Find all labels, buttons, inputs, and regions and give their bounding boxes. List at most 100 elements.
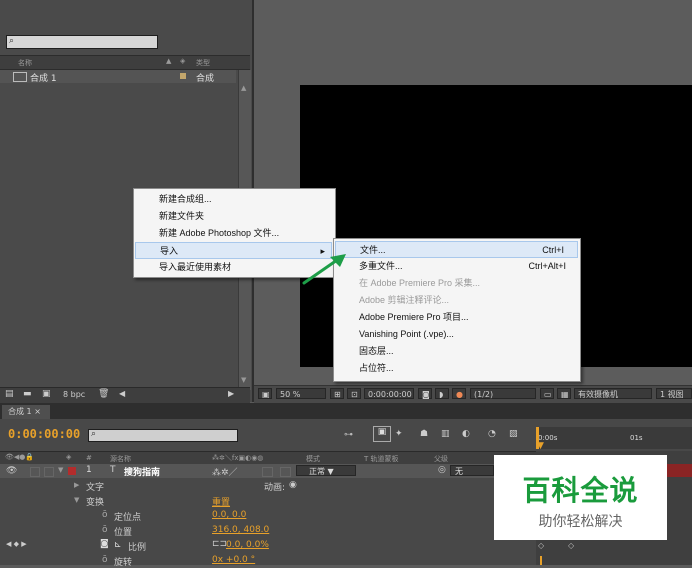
channels-icon[interactable]: ● <box>452 388 466 399</box>
brainstorm-icon[interactable]: ▧ <box>509 429 518 439</box>
stopwatch-icon[interactable]: ō <box>102 525 108 535</box>
scroll-up-icon[interactable]: ▲ <box>241 84 246 92</box>
safe-zones-icon[interactable]: ⊡ <box>347 388 361 399</box>
always-preview-icon[interactable]: ▣ <box>258 388 272 399</box>
scroll-left-icon[interactable]: ◀ <box>119 389 125 398</box>
transform-group-row[interactable]: ▼ 变换 重置 <box>0 494 536 508</box>
timeline-timecode[interactable]: 0:00:00:00 <box>8 427 80 441</box>
column-type-header[interactable]: 类型 <box>196 58 210 68</box>
new-folder-icon[interactable]: ▬ <box>23 389 32 399</box>
grid-icon[interactable]: ⊞ <box>330 388 344 399</box>
text-group-label: 文字 <box>86 483 105 493</box>
menu-item-new-composition[interactable]: 新建合成组... <box>134 191 333 208</box>
menu-item-capture-premiere[interactable]: 在 Adobe Premiere Pro 采集... <box>334 275 580 292</box>
menu-item-new-photoshop-file[interactable]: 新建 Adobe Photoshop 文件... <box>134 225 333 242</box>
project-search-input[interactable]: ⌕ <box>6 35 158 49</box>
property-row-anchor[interactable]: ō 定位点 0.0, 0.0 <box>0 509 536 523</box>
expand-icon[interactable]: ▼ <box>74 496 79 504</box>
menu-item-placeholder[interactable]: 占位符... <box>334 360 580 377</box>
live-update-icon[interactable]: ▣ <box>373 426 391 442</box>
mode-header[interactable]: 模式 <box>306 454 320 464</box>
layer-row[interactable]: 👁 ▼ 1 T 搜狗指南 ⁂✲／ 正常 ▼ ◎ 无 <box>0 464 536 478</box>
lock-switch[interactable] <box>44 467 54 477</box>
label-tag-icon[interactable]: ◈ <box>180 57 185 65</box>
current-time-display[interactable]: 0:00:00:00 <box>364 388 414 399</box>
hide-shy-layers-icon[interactable]: ☗ <box>420 429 428 439</box>
source-name-header[interactable]: 源名称 <box>110 454 131 464</box>
property-value[interactable]: 0.0, 0.0% <box>226 540 269 550</box>
property-row-position[interactable]: ō 位置 316.0, 408.0 <box>0 524 536 538</box>
menu-item-clip-notes[interactable]: Adobe 剪辑注释评论... <box>334 292 580 309</box>
animate-add-icon[interactable]: ◉ <box>289 480 297 490</box>
show-snapshot-icon[interactable]: ◗ <box>435 388 449 399</box>
stopwatch-active-icon[interactable]: ◙ <box>100 539 109 549</box>
expand-icon[interactable]: ▶ <box>74 481 79 489</box>
project-column-header: 名称 ▲ ◈ 类型 <box>0 55 250 70</box>
project-item-type: 合成 <box>196 74 215 84</box>
expand-icon[interactable]: ▼ <box>58 466 63 474</box>
menu-item-label: 新建文件夹 <box>159 211 205 221</box>
time-ruler[interactable]: 0:00s 01s ▼ <box>536 427 692 451</box>
sort-up-icon: ▲ <box>166 57 172 65</box>
project-item-row[interactable]: 合成 1 合成 <box>0 70 236 84</box>
frame-blending-icon[interactable]: ▥ <box>441 429 450 439</box>
comp-mini-flowchart-icon[interactable]: ⊶ <box>344 430 353 440</box>
blend-mode-select[interactable]: 正常 ▼ <box>296 465 356 476</box>
zoom-select[interactable]: 50 % <box>276 388 326 399</box>
menu-item-multiple-files[interactable]: 多重文件... Ctrl+Alt+I <box>334 258 580 275</box>
close-icon[interactable]: × <box>34 407 41 416</box>
video-eye-icon[interactable]: 👁 <box>6 466 17 476</box>
stopwatch-icon[interactable]: ō <box>102 510 108 520</box>
keyframe-navigator-icon[interactable]: ◀ ◆ ▶ <box>6 540 27 548</box>
property-value[interactable]: 316.0, 408.0 <box>212 525 269 535</box>
pick-whip-icon[interactable]: ◎ <box>438 465 446 475</box>
menu-item-vanishing-point[interactable]: Vanishing Point (.vpe)... <box>334 326 580 343</box>
keyframe-diamond[interactable]: ◇ <box>568 541 574 550</box>
trash-icon[interactable]: 🗑 <box>98 389 109 399</box>
menu-item-label: Vanishing Point (.vpe)... <box>359 329 454 339</box>
property-row-scale[interactable]: ◀ ◆ ▶ ◙ ⊾ 比例 ⊏⊐ 0.0, 0.0% <box>0 539 536 553</box>
snapshot-icon[interactable]: ◙ <box>418 388 432 399</box>
reset-link[interactable]: 重置 <box>212 495 230 508</box>
fx-switch[interactable] <box>262 467 273 477</box>
layer-name[interactable]: 搜狗指南 <box>124 465 160 478</box>
menu-item-label: 在 Adobe Premiere Pro 采集... <box>359 278 481 288</box>
parent-select[interactable]: 无 <box>450 465 494 476</box>
track-matte-header[interactable]: T 轨道蒙板 <box>364 454 399 464</box>
menu-item-solid[interactable]: 固态层... <box>334 343 580 360</box>
motion-blur-icon[interactable]: ◐ <box>462 429 470 439</box>
work-area-start[interactable] <box>536 427 539 449</box>
menu-item-premiere-project[interactable]: Adobe Premiere Pro 项目... <box>334 309 580 326</box>
scroll-down-icon[interactable]: ▼ <box>241 376 246 384</box>
keyframe-diamond[interactable]: ◇ <box>538 541 544 550</box>
region-of-interest-icon[interactable]: ▭ <box>540 388 554 399</box>
property-name: 定位点 <box>114 513 142 523</box>
solo-switch[interactable] <box>30 467 40 477</box>
menu-item-new-folder[interactable]: 新建文件夹 <box>134 208 333 225</box>
constrain-proportions-icon[interactable]: ⊏⊐ <box>212 539 227 549</box>
timeline-search-input[interactable]: ⌕ <box>88 429 238 442</box>
view-layout-select[interactable]: 1 视图 <box>656 388 692 399</box>
column-name-header[interactable]: 名称 <box>18 58 32 68</box>
tab-composition[interactable]: 合成 1 × <box>2 405 50 419</box>
parent-header[interactable]: 父级 <box>434 454 448 464</box>
bit-depth-button[interactable]: 8 bpc <box>63 390 85 399</box>
label-color-swatch[interactable] <box>68 467 76 475</box>
scroll-right-icon[interactable]: ▶ <box>228 389 234 398</box>
menu-item-file[interactable]: 文件... Ctrl+I <box>335 241 578 258</box>
text-group-row[interactable]: ▶ 文字 动画: ◉ <box>0 479 536 493</box>
property-value[interactable]: 0.0, 0.0 <box>212 510 246 520</box>
layer-switches[interactable]: ⁂✲／ <box>212 465 238 478</box>
interpret-footage-icon[interactable]: ▤ <box>5 389 14 399</box>
new-composition-icon[interactable]: ▣ <box>42 389 51 399</box>
draft-3d-icon[interactable]: ✦ <box>395 429 403 439</box>
transparency-grid-icon[interactable]: ▦ <box>557 388 571 399</box>
resolution-select[interactable]: (1/2) <box>470 388 536 399</box>
property-row-rotation[interactable]: ō 旋转 0x +0.0 ° <box>0 554 536 568</box>
camera-select[interactable]: 有效摄像机 <box>574 388 652 399</box>
watermark-subtitle: 助你轻松解决 <box>538 514 623 530</box>
adjustment-switch[interactable] <box>280 467 291 477</box>
property-value[interactable]: 0x +0.0 ° <box>212 555 255 565</box>
stopwatch-icon[interactable]: ō <box>102 555 108 565</box>
graph-editor-icon[interactable]: ◔ <box>488 429 496 439</box>
